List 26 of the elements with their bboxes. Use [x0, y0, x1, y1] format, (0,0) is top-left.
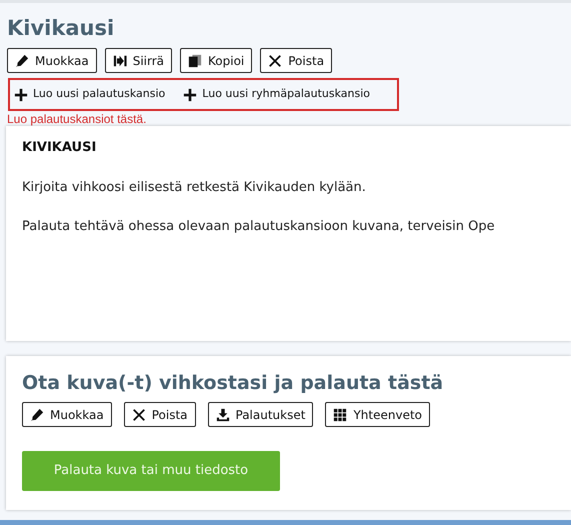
- hint-text: Luo palautuskansiot tästä.: [7, 112, 148, 126]
- content-paragraph: Palauta tehtävä ohessa olevaan palautuskansioon kuvana, terveisin Ope: [22, 218, 496, 236]
- close-icon: [132, 408, 146, 422]
- toolbar-button[interactable]: Poista: [260, 48, 332, 73]
- plus-icon: [183, 88, 198, 102]
- download-icon: [216, 408, 230, 422]
- toolbar-button[interactable]: Kopioi: [180, 48, 252, 73]
- toolbar-button[interactable]: Palautukset: [208, 402, 314, 427]
- content-heading: KIVIKAUSI: [22, 139, 98, 157]
- close-icon: [268, 54, 282, 68]
- page-title: Kivikausi: [7, 15, 116, 41]
- toolbar-button[interactable]: Poista: [124, 402, 196, 427]
- toolbar-button[interactable]: Muokkaa: [22, 402, 112, 427]
- pencil-icon: [30, 408, 44, 422]
- plus-icon: [14, 88, 28, 102]
- toolbar-button[interactable]: Muokkaa: [7, 48, 97, 73]
- section-title: Ota kuva(-t) vihkostasi ja palauta tästä: [22, 371, 444, 395]
- move-icon: [112, 54, 127, 68]
- toolbar-button[interactable]: Yhteenveto: [325, 402, 430, 427]
- toolbar-button[interactable]: Siirrä: [104, 48, 172, 73]
- copy-icon: [188, 54, 202, 68]
- content-paragraph: Kirjoita vihkoosi eilisestä retkestä Kivikauden kylään.: [22, 178, 367, 196]
- grid-icon: [333, 408, 348, 422]
- create-folder-link[interactable]: Luo uusi palautuskansio: [14, 86, 166, 103]
- create-folder-link[interactable]: Luo uusi ryhmäpalautuskansio: [183, 86, 370, 103]
- pencil-icon: [15, 54, 29, 68]
